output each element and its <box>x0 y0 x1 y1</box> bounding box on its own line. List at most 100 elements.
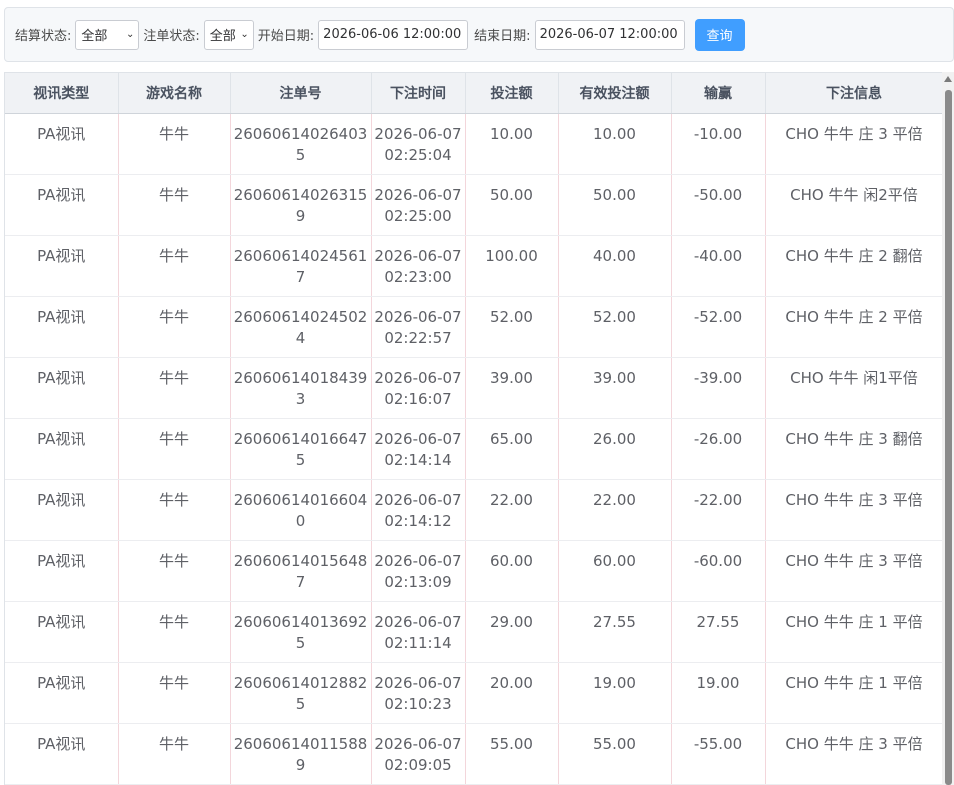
end-date-input[interactable]: 2026-06-07 12:00:00 <box>534 19 685 50</box>
cell-valid-bet: 60.00 <box>558 540 672 602</box>
cell-bet-time: 2026-06-07 02:09:05 <box>371 723 466 785</box>
cell-valid-bet: 10.00 <box>558 113 672 175</box>
cell-win-loss: -55.00 <box>671 723 766 785</box>
cell-game-name: 牛牛 <box>118 540 231 602</box>
cell-order-no: 260606140264035 <box>230 113 372 175</box>
cell-game-name: 牛牛 <box>118 357 231 419</box>
col-header-win-loss: 输赢 <box>671 72 766 114</box>
cell-bet-amount: 10.00 <box>465 113 559 175</box>
cell-bet-time: 2026-06-07 02:14:14 <box>371 418 466 480</box>
cell-win-loss: -60.00 <box>671 540 766 602</box>
table-row: PA视讯 牛牛 260606140128825 2026-06-07 02:10:23… <box>5 662 943 724</box>
table-row: PA视讯 牛牛 260606140156487 2026-06-07 02:13:09… <box>5 540 943 602</box>
order-status-select[interactable]: 全部 ⌄ <box>203 19 254 50</box>
cell-game-name: 牛牛 <box>118 601 231 663</box>
cell-valid-bet: 55.00 <box>558 723 672 785</box>
cell-game-name: 牛牛 <box>118 113 231 175</box>
cell-win-loss: -40.00 <box>671 235 766 297</box>
cell-bet-time: 2026-06-07 02:23:00 <box>371 235 466 297</box>
cell-order-no: 260606140245617 <box>230 235 372 297</box>
table-header-row: 视讯类型 游戏名称 注单号 下注时间 投注额 有效投注额 输赢 下注信息 <box>5 72 943 114</box>
cell-video-type: PA视讯 <box>5 357 119 419</box>
cell-video-type: PA视讯 <box>5 296 119 358</box>
cell-video-type: PA视讯 <box>5 540 119 602</box>
table-row: PA视讯 牛牛 260606140166040 2026-06-07 02:14:12… <box>5 479 943 541</box>
cell-valid-bet: 50.00 <box>558 174 672 236</box>
cell-game-name: 牛牛 <box>118 235 231 297</box>
cell-game-name: 牛牛 <box>118 662 231 724</box>
query-button[interactable]: 查询 <box>694 18 745 51</box>
cell-video-type: PA视讯 <box>5 723 119 785</box>
cell-valid-bet: 26.00 <box>558 418 672 480</box>
col-header-bet-time: 下注时间 <box>371 72 466 114</box>
table-row: PA视讯 牛牛 260606140136925 2026-06-07 02:11:14… <box>5 601 943 663</box>
cell-win-loss: -26.00 <box>671 418 766 480</box>
cell-bet-amount: 22.00 <box>465 479 559 541</box>
cell-game-name: 牛牛 <box>118 296 231 358</box>
cell-bet-amount: 39.00 <box>465 357 559 419</box>
order-status-value: 全部 <box>209 29 236 44</box>
cell-bet-info: CHO 牛牛 庄 3 平倍 <box>765 479 943 541</box>
cell-win-loss: -22.00 <box>671 479 766 541</box>
start-date-input[interactable]: 2026-06-06 12:00:00 <box>318 19 469 50</box>
cell-bet-time: 2026-06-07 02:25:04 <box>371 113 466 175</box>
cell-bet-amount: 100.00 <box>465 235 559 297</box>
settle-status-label: 结算状态: <box>15 29 72 44</box>
cell-video-type: PA视讯 <box>5 113 119 175</box>
start-date-label: 开始日期: <box>257 29 315 44</box>
cell-bet-time: 2026-06-07 02:10:23 <box>371 662 466 724</box>
cell-bet-info: CHO 牛牛 庄 2 平倍 <box>765 296 943 358</box>
table-row: PA视讯 牛牛 260606140245024 2026-06-07 02:22:57… <box>5 296 943 358</box>
col-header-valid-bet: 有效投注额 <box>558 72 672 114</box>
cell-bet-amount: 65.00 <box>465 418 559 480</box>
cell-order-no: 260606140166040 <box>230 479 372 541</box>
settle-status-select[interactable]: 全部 ⌄ <box>75 19 140 50</box>
scroll-up-arrow-icon[interactable] <box>944 76 952 82</box>
cell-win-loss: 19.00 <box>671 662 766 724</box>
cell-bet-info: CHO 牛牛 庄 3 平倍 <box>765 113 943 175</box>
cell-order-no: 260606140166475 <box>230 418 372 480</box>
cell-game-name: 牛牛 <box>118 723 231 785</box>
table-row: PA视讯 牛牛 260606140263159 2026-06-07 02:25:00… <box>5 174 943 236</box>
cell-valid-bet: 19.00 <box>558 662 672 724</box>
col-header-video-type: 视讯类型 <box>5 72 119 114</box>
cell-valid-bet: 39.00 <box>558 357 672 419</box>
cell-order-no: 260606140245024 <box>230 296 372 358</box>
cell-bet-info: CHO 牛牛 闲2平倍 <box>765 174 943 236</box>
cell-win-loss: -10.00 <box>671 113 766 175</box>
cell-bet-amount: 29.00 <box>465 601 559 663</box>
cell-bet-time: 2026-06-07 02:14:12 <box>371 479 466 541</box>
chevron-down-icon: ⌄ <box>126 29 135 40</box>
cell-video-type: PA视讯 <box>5 235 119 297</box>
table-row: PA视讯 牛牛 260606140264035 2026-06-07 02:25:04… <box>5 113 943 175</box>
col-header-bet-info: 下注信息 <box>765 72 943 114</box>
cell-bet-amount: 60.00 <box>465 540 559 602</box>
cell-bet-info: CHO 牛牛 庄 1 平倍 <box>765 662 943 724</box>
cell-bet-time: 2026-06-07 02:25:00 <box>371 174 466 236</box>
cell-video-type: PA视讯 <box>5 479 119 541</box>
cell-bet-info: CHO 牛牛 庄 2 翻倍 <box>765 235 943 297</box>
cell-video-type: PA视讯 <box>5 601 119 663</box>
cell-order-no: 260606140263159 <box>230 174 372 236</box>
cell-video-type: PA视讯 <box>5 174 119 236</box>
cell-game-name: 牛牛 <box>118 479 231 541</box>
vertical-scrollbar[interactable] <box>942 72 954 785</box>
cell-win-loss: -39.00 <box>671 357 766 419</box>
cell-valid-bet: 52.00 <box>558 296 672 358</box>
order-status-label: 注单状态: <box>143 29 200 44</box>
scroll-thumb[interactable] <box>945 90 952 785</box>
cell-order-no: 260606140156487 <box>230 540 372 602</box>
cell-order-no: 260606140128825 <box>230 662 372 724</box>
col-header-order-no: 注单号 <box>230 72 372 114</box>
cell-bet-time: 2026-06-07 02:22:57 <box>371 296 466 358</box>
cell-order-no: 260606140115889 <box>230 723 372 785</box>
cell-win-loss: -52.00 <box>671 296 766 358</box>
cell-valid-bet: 27.55 <box>558 601 672 663</box>
col-header-bet-amount: 投注额 <box>465 72 559 114</box>
cell-valid-bet: 40.00 <box>558 235 672 297</box>
cell-bet-info: CHO 牛牛 庄 3 平倍 <box>765 540 943 602</box>
cell-order-no: 260606140136925 <box>230 601 372 663</box>
cell-order-no: 260606140184393 <box>230 357 372 419</box>
cell-bet-info: CHO 牛牛 闲1平倍 <box>765 357 943 419</box>
cell-bet-time: 2026-06-07 02:11:14 <box>371 601 466 663</box>
